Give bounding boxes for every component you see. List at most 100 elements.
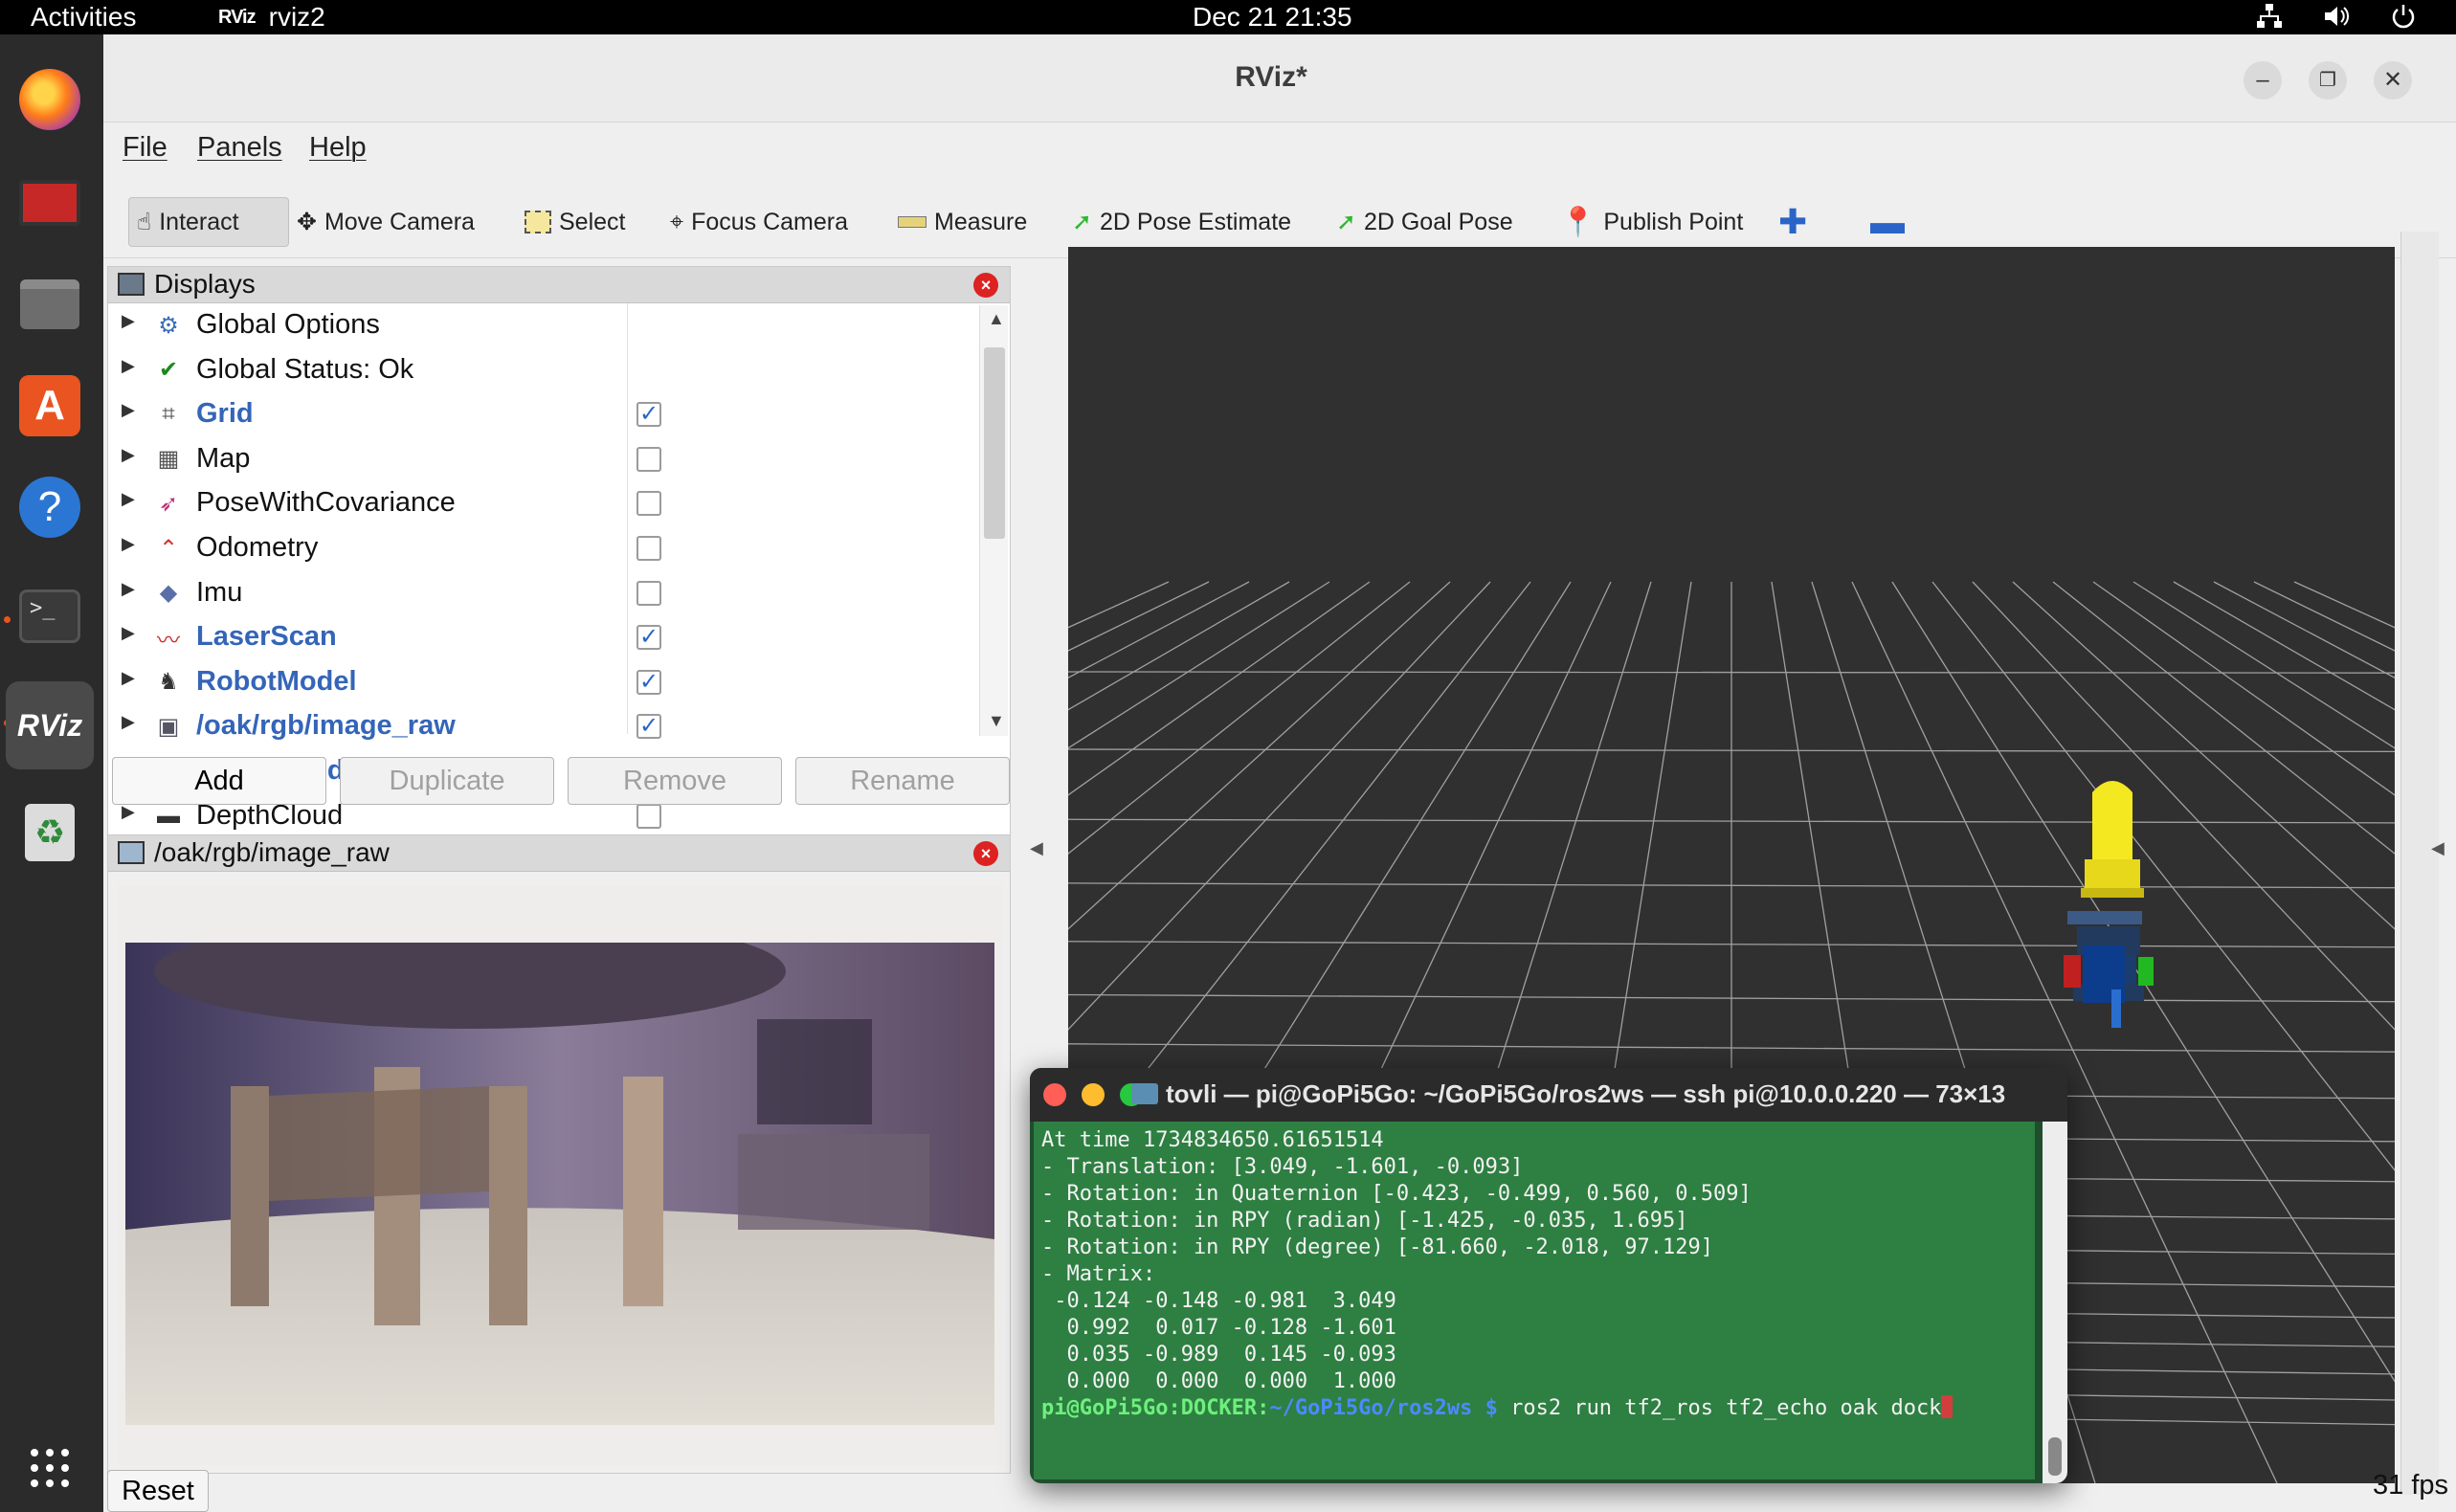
clock[interactable]: Dec 21 21:35	[1193, 0, 1352, 34]
display-item-label: Global Options	[196, 309, 380, 340]
display-item[interactable]: ▶ ◆ Imu	[108, 575, 971, 611]
show-apps-icon[interactable]	[13, 1432, 86, 1504]
expand-arrow-icon[interactable]: ▶	[122, 489, 135, 509]
focus-camera-icon: ⌖	[670, 208, 684, 235]
display-item[interactable]: ▶ ♞ RobotModel ✓	[108, 664, 971, 700]
help-icon[interactable]: ?	[13, 471, 86, 544]
expand-arrow-icon[interactable]: ▶	[122, 579, 135, 599]
menu-file[interactable]: File	[123, 132, 167, 164]
scrollbar-thumb[interactable]	[984, 347, 1005, 539]
menu-help[interactable]: Help	[309, 132, 367, 164]
files-icon[interactable]	[13, 268, 86, 341]
gear-icon: ⚙	[158, 312, 179, 339]
remove-tool-icon[interactable]: ▬	[1870, 197, 1905, 247]
display-item-label: /oak/rgb/image_raw	[196, 710, 456, 742]
display-enable-checkbox[interactable]	[636, 446, 661, 472]
remove-button[interactable]: Remove	[568, 757, 782, 805]
maximize-icon[interactable]: ❐	[2309, 61, 2347, 100]
grid-icon: ⌗	[162, 401, 175, 428]
terminal-line: 0.035 -0.989 0.145 -0.093	[1041, 1343, 1396, 1367]
expand-arrow-icon[interactable]: ▶	[122, 445, 135, 465]
display-item[interactable]: ▶ ▣ /oak/rgb/image_raw ✓	[108, 708, 971, 745]
tool-2d-goal-pose[interactable]: ➚ 2D Goal Pose	[1336, 197, 1513, 247]
image-panel: /oak/rgb/image_raw ×	[107, 834, 1011, 1474]
terminal-scrollbar[interactable]	[2043, 1122, 2067, 1483]
map-pin-icon: 📍	[1560, 206, 1596, 238]
tool-select[interactable]: Select	[525, 197, 625, 247]
display-enable-checkbox[interactable]: ✓	[636, 669, 661, 695]
menu-panels[interactable]: Panels	[197, 132, 282, 164]
display-item-label: PoseWithCovariance	[196, 487, 456, 519]
activities-button[interactable]: Activities	[31, 0, 136, 34]
app-center-icon[interactable]: A	[13, 369, 86, 442]
expand-arrow-icon[interactable]: ▶	[122, 668, 135, 688]
network-icon[interactable]	[2255, 2, 2284, 31]
tool-2d-pose-estimate[interactable]: ➚ 2D Pose Estimate	[1072, 197, 1291, 247]
display-item[interactable]: ▶ ➶ PoseWithCovariance	[108, 485, 971, 522]
tool-interact[interactable]: ☝ Interact	[128, 197, 289, 247]
display-enable-checkbox[interactable]	[636, 803, 661, 829]
display-item[interactable]: ▶ ⌗ Grid ✓	[108, 396, 971, 433]
power-icon[interactable]	[2389, 2, 2418, 31]
app-menu[interactable]: RViz rviz2	[218, 0, 325, 34]
rviz-dock-icon[interactable]: RViz	[6, 681, 94, 769]
display-enable-checkbox[interactable]: ✓	[636, 625, 661, 651]
expand-arrow-icon[interactable]: ▶	[122, 534, 135, 554]
display-item[interactable]: ▶ ⚙ Global Options	[108, 307, 971, 344]
tool-focus-camera[interactable]: ⌖ Focus Camera	[670, 197, 848, 247]
duplicate-button[interactable]: Duplicate	[340, 757, 554, 805]
firefox-icon[interactable]	[13, 63, 86, 136]
menu-bar: File Panels Help	[103, 122, 2456, 172]
expand-arrow-icon[interactable]: ▶	[122, 400, 135, 420]
collapse-left-icon[interactable]: ◀	[1030, 838, 1043, 858]
add-tool-icon[interactable]: ✚	[1778, 197, 1807, 247]
display-item[interactable]: ▶ ⌃ Odometry	[108, 530, 971, 567]
collapse-right-icon[interactable]: ◀	[2431, 838, 2445, 858]
close-icon[interactable]: ✕	[2374, 61, 2412, 100]
terminal-window[interactable]: tovli — pi@GoPi5Go: ~/GoPi5Go/ros2ws — s…	[1030, 1068, 2067, 1483]
add-button[interactable]: Add	[112, 757, 326, 805]
video-editor-icon[interactable]	[13, 167, 86, 239]
tool-publish-point[interactable]: 📍 Publish Point	[1560, 197, 1743, 247]
expand-arrow-icon[interactable]: ▶	[122, 311, 135, 331]
camera-image-view[interactable]	[118, 885, 1002, 1465]
trash-icon[interactable]: ♻	[13, 796, 86, 869]
scroll-up-icon[interactable]: ▲	[988, 309, 1005, 329]
expand-arrow-icon[interactable]: ▶	[122, 356, 135, 376]
tool-move-camera[interactable]: ✥ Move Camera	[297, 197, 475, 247]
expand-arrow-icon[interactable]: ▶	[122, 712, 135, 732]
terminal-line: - Rotation: in RPY (radian) [-1.425, -0.…	[1041, 1209, 1688, 1233]
check-icon: ✔	[158, 357, 179, 384]
display-enable-checkbox[interactable]: ✓	[636, 402, 661, 428]
reset-button[interactable]: Reset	[107, 1470, 209, 1512]
volume-icon[interactable]	[2322, 2, 2351, 31]
display-enable-checkbox[interactable]	[636, 580, 661, 606]
scroll-down-icon[interactable]: ▼	[988, 711, 1005, 731]
views-side-bar[interactable]	[2400, 232, 2439, 1495]
folder-icon	[1131, 1083, 1158, 1104]
displays-header: Displays ×	[108, 267, 1010, 303]
close-icon[interactable]: ×	[973, 841, 998, 866]
minimize-icon[interactable]: –	[2244, 61, 2282, 100]
display-enable-checkbox[interactable]	[636, 491, 661, 517]
tool-measure[interactable]: Measure	[898, 197, 1027, 247]
close-icon[interactable]: ×	[973, 273, 998, 298]
terminal-icon[interactable]: >_	[13, 580, 86, 653]
fps-counter: 31 fps	[2373, 1470, 2448, 1501]
display-enable-checkbox[interactable]: ✓	[636, 714, 661, 740]
scrollbar-thumb[interactable]	[2048, 1437, 2062, 1476]
prompt-symbol: $	[1472, 1396, 1511, 1420]
display-item[interactable]: ▶ 〰 LaserScan ✓	[108, 619, 971, 656]
window-titlebar[interactable]: RViz* – ❐ ✕	[103, 34, 2456, 122]
display-item[interactable]: ▶ ✔ Global Status: Ok	[108, 352, 971, 389]
minimize-icon[interactable]	[1082, 1083, 1105, 1106]
rename-button[interactable]: Rename	[795, 757, 1010, 805]
display-item[interactable]: ▶ ▦ Map	[108, 441, 971, 478]
display-enable-checkbox[interactable]	[636, 536, 661, 561]
hand-pointer-icon: ☝	[137, 209, 152, 235]
displays-scrollbar[interactable]: ▲ ▼	[979, 305, 1008, 736]
terminal-output[interactable]: At time 1734834650.61651514 - Translation…	[1034, 1122, 2035, 1479]
expand-arrow-icon[interactable]: ▶	[122, 623, 135, 643]
terminal-titlebar[interactable]: tovli — pi@GoPi5Go: ~/GoPi5Go/ros2ws — s…	[1030, 1068, 2067, 1122]
close-icon[interactable]	[1043, 1083, 1066, 1106]
